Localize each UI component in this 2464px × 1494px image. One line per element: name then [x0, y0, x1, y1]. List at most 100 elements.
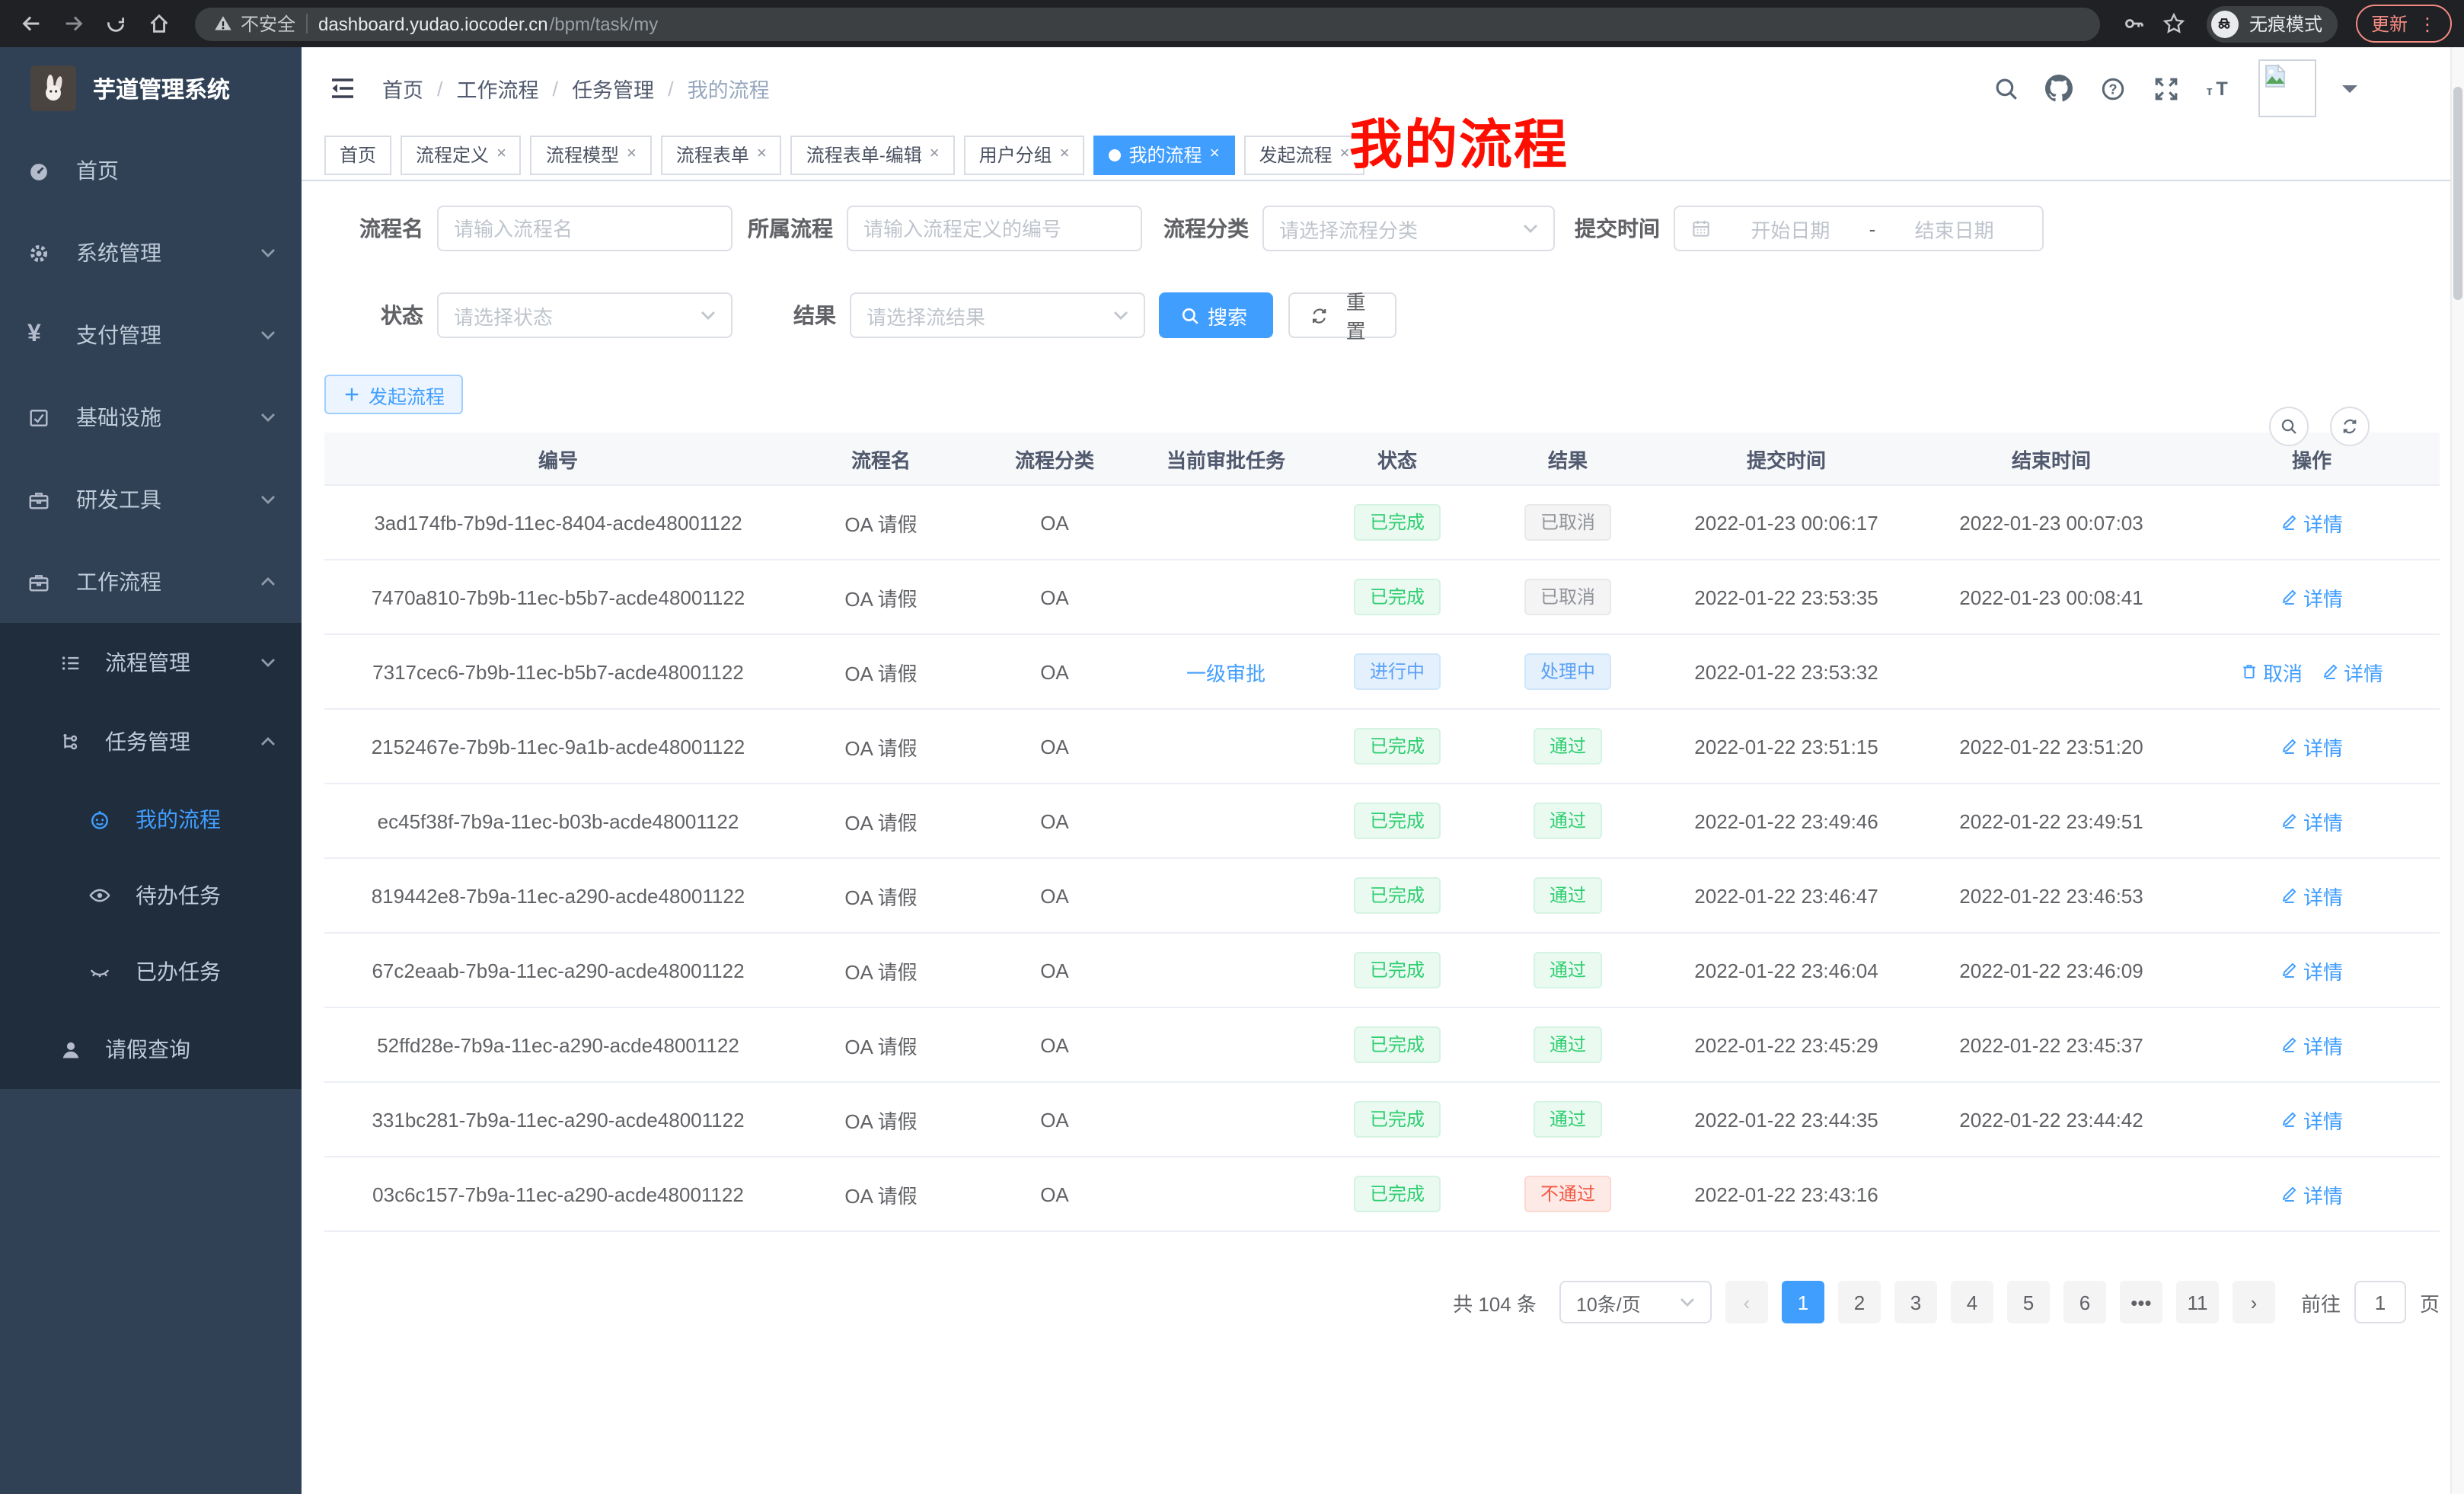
page-size-select[interactable]: 10条/页	[1559, 1281, 1712, 1323]
fullscreen-icon[interactable]	[2152, 75, 2179, 102]
scrollbar-thumb[interactable]	[2453, 87, 2462, 300]
next-page-button[interactable]: ›	[2233, 1281, 2275, 1323]
cell-operations: 详情	[2184, 1030, 2440, 1059]
cell-end-time: 2022-01-23 00:08:41	[1919, 586, 2184, 608]
process-name-input[interactable]	[437, 206, 732, 251]
sidebar-item-process-mgmt[interactable]: 流程管理	[0, 623, 302, 702]
sidebar-item-done-tasks[interactable]: 已办任务	[0, 934, 302, 1010]
detail-link[interactable]: 详情	[2280, 1030, 2343, 1059]
submit-time-range[interactable]: 开始日期 - 结束日期	[1674, 206, 2044, 251]
sidebar-item-system[interactable]: 系统管理	[0, 212, 302, 294]
tab-close-icon[interactable]: ×	[1339, 146, 1349, 163]
refresh-table-icon[interactable]	[2330, 407, 2370, 446]
incognito-badge[interactable]: 无痕模式	[2207, 5, 2338, 42]
create-process-button[interactable]: 发起流程	[324, 375, 463, 414]
reload-button[interactable]	[97, 5, 134, 42]
view-tab[interactable]: 流程表单 ×	[661, 135, 782, 174]
page-button[interactable]: 6	[2063, 1281, 2106, 1323]
detail-link[interactable]: 详情	[2280, 881, 2343, 910]
detail-link[interactable]: 详情	[2280, 956, 2343, 985]
detail-link[interactable]: 详情	[2280, 806, 2343, 835]
key-icon[interactable]	[2118, 7, 2152, 40]
view-tab[interactable]: 流程表单-编辑 ×	[791, 135, 955, 174]
page-button[interactable]: 3	[1894, 1281, 1937, 1323]
view-tab[interactable]: 我的流程 ×	[1094, 135, 1235, 174]
bookmark-star-icon[interactable]	[2158, 7, 2191, 40]
status-badge: 通过	[1534, 877, 1601, 914]
cell-submit-time: 2022-01-22 23:43:16	[1654, 1183, 1919, 1205]
sidebar-item-payment[interactable]: ¥ 支付管理	[0, 294, 302, 376]
tab-close-icon[interactable]: ×	[1210, 146, 1220, 163]
status-select[interactable]: 请选择状态	[437, 292, 732, 338]
security-indicator[interactable]: 不安全	[213, 11, 295, 37]
avatar-caret-icon[interactable]	[2342, 85, 2357, 100]
reset-button[interactable]: 重置	[1288, 292, 1396, 338]
category-select[interactable]: 请选择流程分类	[1262, 206, 1555, 251]
tab-close-icon[interactable]: ×	[930, 146, 940, 163]
search-icon[interactable]	[1992, 75, 2019, 102]
brand[interactable]: 芋道管理系统	[0, 47, 302, 129]
cell-process-name: OA 请假	[792, 1030, 970, 1059]
view-tab[interactable]: 用户分组 ×	[964, 135, 1085, 174]
breadcrumb-workflow[interactable]: 工作流程	[457, 73, 539, 104]
tab-close-icon[interactable]: ×	[627, 146, 637, 163]
page-button[interactable]: 5	[2007, 1281, 2050, 1323]
tab-close-icon[interactable]: ×	[496, 146, 506, 163]
detail-link[interactable]: 详情	[2321, 657, 2383, 686]
tab-close-icon[interactable]: ×	[757, 146, 767, 163]
forward-button[interactable]	[55, 5, 91, 42]
end-date-placeholder[interactable]: 结束日期	[1882, 214, 2027, 243]
breadcrumb-home[interactable]: 首页	[382, 73, 423, 104]
view-tab[interactable]: 流程定义 ×	[401, 135, 522, 174]
sidebar-item-workflow[interactable]: 工作流程	[0, 541, 302, 623]
cell-operations: 详情	[2184, 806, 2440, 835]
home-button[interactable]	[140, 5, 177, 42]
process-def-input[interactable]	[847, 206, 1142, 251]
search-button[interactable]: 搜索	[1159, 292, 1273, 338]
detail-link[interactable]: 详情	[2280, 583, 2343, 611]
cell-operations: 详情	[2184, 1105, 2440, 1134]
page-button[interactable]: 2	[1838, 1281, 1881, 1323]
cancel-link[interactable]: 取消	[2240, 657, 2303, 686]
address-bar[interactable]: 不安全 dashboard.yudao.iocoder.cn/bpm/task/…	[195, 7, 2100, 40]
sidebar-item-task-mgmt[interactable]: 任务管理	[0, 702, 302, 781]
breadcrumb-task-mgmt[interactable]: 任务管理	[572, 73, 654, 104]
view-tab[interactable]: 首页 ×	[324, 135, 391, 174]
browser-menu-icon[interactable]: ⋮	[2418, 14, 2437, 33]
status-badge: 已完成	[1355, 803, 1440, 839]
back-button[interactable]	[12, 5, 49, 42]
show-search-icon[interactable]	[2269, 407, 2309, 446]
page-button[interactable]: 4	[1951, 1281, 1993, 1323]
column-header: 当前审批任务	[1139, 444, 1313, 473]
sidebar-item-home[interactable]: 首页	[0, 129, 302, 212]
table-row: 7470a810-7b9b-11ec-b5b7-acde48001122 OA …	[324, 560, 2440, 635]
detail-link[interactable]: 详情	[2280, 1105, 2343, 1134]
help-icon[interactable]: ?	[2099, 75, 2126, 102]
page-button[interactable]: 1	[1782, 1281, 1824, 1323]
tab-close-icon[interactable]: ×	[1060, 146, 1070, 163]
github-icon[interactable]	[2045, 75, 2073, 102]
sidebar-item-todo-tasks[interactable]: 待办任务	[0, 857, 302, 934]
update-button[interactable]: 更新 ⋮	[2356, 5, 2452, 43]
detail-link[interactable]: 详情	[2280, 508, 2343, 537]
page-ellipsis[interactable]: •••	[2120, 1281, 2162, 1323]
prev-page-button[interactable]: ‹	[1725, 1281, 1768, 1323]
start-date-placeholder[interactable]: 开始日期	[1718, 214, 1863, 243]
sidebar-item-my-processes[interactable]: 我的流程	[0, 781, 302, 857]
sidebar-collapse-icon[interactable]	[327, 73, 358, 104]
sidebar-item-infra[interactable]: 基础设施	[0, 376, 302, 458]
sidebar-item-leave-query[interactable]: 请假查询	[0, 1010, 302, 1089]
result-select[interactable]: 请选择流结果	[850, 292, 1145, 338]
cell-result: 不通过	[1482, 1176, 1654, 1212]
view-tab[interactable]: 发起流程 ×	[1243, 135, 1364, 174]
avatar[interactable]	[2258, 59, 2316, 117]
jump-page-input[interactable]	[2354, 1281, 2406, 1323]
sidebar-item-devtools[interactable]: 研发工具	[0, 458, 302, 541]
font-size-icon[interactable]: тT	[2205, 75, 2233, 102]
detail-link[interactable]: 详情	[2280, 732, 2343, 761]
filter-label: 提交时间	[1555, 213, 1674, 244]
current-task-link[interactable]: 一级审批	[1186, 657, 1266, 686]
view-tab[interactable]: 流程模型 ×	[531, 135, 652, 174]
page-button[interactable]: 11	[2176, 1281, 2219, 1323]
detail-link[interactable]: 详情	[2280, 1180, 2343, 1208]
